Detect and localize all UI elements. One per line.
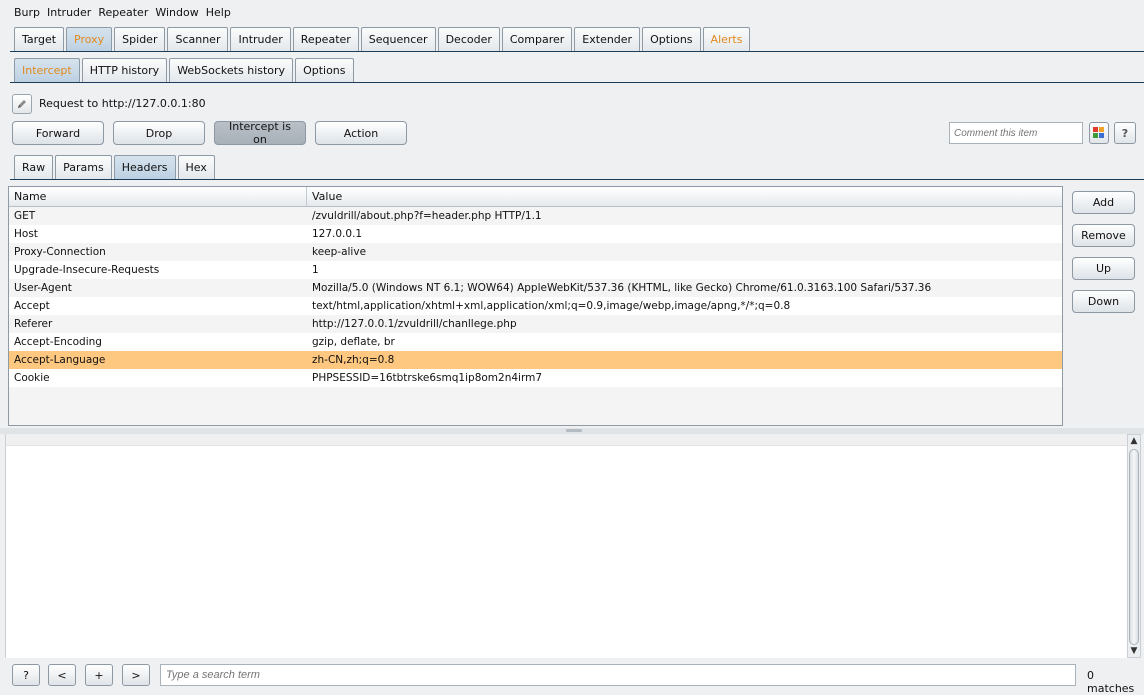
up-button[interactable]: Up [1072,257,1135,280]
menu-repeater[interactable]: Repeater [98,6,148,19]
table-row[interactable]: Proxy-Connection keep-alive [9,243,1062,261]
header-name: GET [14,210,36,222]
header-value: 127.0.0.1 [312,228,363,240]
table-row-selected[interactable]: Accept-Language zh-CN,zh;q=0.8 [9,351,1062,369]
tab-decoder[interactable]: Decoder [437,27,500,51]
menu-window[interactable]: Window [155,6,198,19]
search-next-button[interactable]: > [122,664,150,686]
highlight-color-icon[interactable] [1089,122,1109,144]
tab-alerts[interactable]: Alerts [702,27,751,51]
main-tab-divider [10,51,1144,52]
sub-tab-divider [10,82,1144,83]
table-row[interactable]: GET/zvuldrill/about.php?f=header.php HTT… [9,207,1062,225]
header-value: Mozilla/5.0 (Windows NT 6.1; WOW64) Appl… [312,282,932,294]
viewtab-headers[interactable]: Headers [113,155,176,179]
header-value: PHPSESSID=16tbtrske6smq1ip8om2n4irm7 [312,372,542,384]
menu-help[interactable]: Help [206,6,231,19]
header-value: gzip, deflate, br [312,336,395,348]
viewtab-raw[interactable]: Raw [14,155,54,179]
header-value: keep-alive [312,246,367,258]
edit-pencil-icon[interactable] [12,94,32,114]
tab-options[interactable]: Options [642,27,701,51]
header-name: Upgrade-Insecure-Requests [14,264,160,276]
header-name: Proxy-Connection [14,246,106,258]
header-value: text/html,application/xhtml+xml,applicat… [312,300,791,312]
table-header: Name Value [9,187,1062,207]
vertical-scrollbar[interactable]: ▲ ▼ [1127,434,1141,658]
tab-scanner[interactable]: Scanner [167,27,229,51]
subtab-intercept[interactable]: Intercept [14,58,80,82]
header-name: Accept-Encoding [14,336,102,348]
menu-bar: Burp Intruder Repeater Window Help [0,0,1144,24]
tab-intruder[interactable]: Intruder [230,27,291,51]
table-row[interactable]: Upgrade-Insecure-Requests 1 [9,261,1062,279]
scrollbar-thumb[interactable] [1129,449,1139,645]
header-value: /zvuldrill/about.php?f=header.php HTTP/1… [312,210,542,222]
message-view-tab-bar: Raw Params Headers Hex [14,155,217,179]
header-name: Cookie [14,372,50,384]
subtab-websockets-history[interactable]: WebSockets history [169,58,294,82]
table-row[interactable]: User-Agent Mozilla/5.0 (Windows NT 6.1; W… [9,279,1062,297]
action-button[interactable]: Action [315,121,407,145]
drop-button[interactable]: Drop [113,121,205,145]
header-value: http://127.0.0.1/zvuldrill/chanllege.php [312,318,517,330]
tab-repeater[interactable]: Repeater [292,27,359,51]
table-row[interactable]: Host 127.0.0.1 [9,225,1062,243]
column-header-name[interactable]: Name [9,187,307,206]
table-row[interactable]: Referer http://127.0.0.1/zvuldrill/chanll… [9,315,1062,333]
header-value: zh-CN,zh;q=0.8 [312,354,395,366]
header-name: User-Agent [14,282,72,294]
tab-extender[interactable]: Extender [574,27,641,51]
match-count: 0 matches [1087,669,1135,695]
search-previous-button[interactable]: < [48,664,76,686]
search-input[interactable] [160,664,1076,686]
tab-comparer[interactable]: Comparer [501,27,573,51]
forward-button[interactable]: Forward [12,121,104,145]
comment-input[interactable] [949,122,1083,144]
remove-button[interactable]: Remove [1072,224,1135,247]
header-name: Accept [14,300,50,312]
tab-spider[interactable]: Spider [114,27,166,51]
editor-top-band [6,434,1127,446]
scroll-up-icon[interactable]: ▲ [1128,435,1140,447]
message-editor-pane[interactable] [5,434,1127,658]
main-tab-bar: Target Proxy Spider Scanner Intruder Rep… [14,27,752,51]
table-row[interactable]: Accept text/html,application/xhtml+xml,ap… [9,297,1062,315]
table-row[interactable]: Accept-Encoding gzip, deflate, br [9,333,1062,351]
divider-grip[interactable] [566,429,582,432]
table-body: GET/zvuldrill/about.php?f=header.php HTT… [9,207,1062,387]
down-button[interactable]: Down [1072,290,1135,313]
tab-sequencer[interactable]: Sequencer [360,27,436,51]
menu-burp[interactable]: Burp [14,6,40,19]
headers-table: Name Value GET/zvuldrill/about.php?f=hea… [8,186,1063,426]
header-name: Referer [14,318,53,330]
intercept-toggle-button[interactable]: Intercept is on [214,120,306,146]
header-name: Accept-Language [14,354,106,366]
tab-proxy[interactable]: Proxy [66,27,113,51]
scroll-down-icon[interactable]: ▼ [1128,645,1140,657]
table-row[interactable]: Cookie PHPSESSID=16tbtrske6smq1ip8om2n4ir… [9,369,1062,387]
header-name: Host [14,228,38,240]
search-options-button[interactable]: + [85,664,113,686]
viewtab-params[interactable]: Params [55,155,112,179]
header-value: 1 [312,264,319,276]
help-icon[interactable]: ? [1114,122,1136,144]
menu-intruder[interactable]: Intruder [47,6,91,19]
subtab-http-history[interactable]: HTTP history [81,58,168,82]
subtab-options[interactable]: Options [295,58,354,82]
view-tab-divider [10,179,1144,180]
add-button[interactable]: Add [1072,191,1135,214]
request-target-label: Request to http://127.0.0.1:80 [39,97,206,110]
column-header-value[interactable]: Value [307,187,347,206]
tab-target[interactable]: Target [14,27,65,51]
viewtab-hex[interactable]: Hex [177,155,215,179]
proxy-sub-tab-bar: Intercept HTTP history WebSockets histor… [14,58,356,82]
search-help-button[interactable]: ? [12,664,40,686]
